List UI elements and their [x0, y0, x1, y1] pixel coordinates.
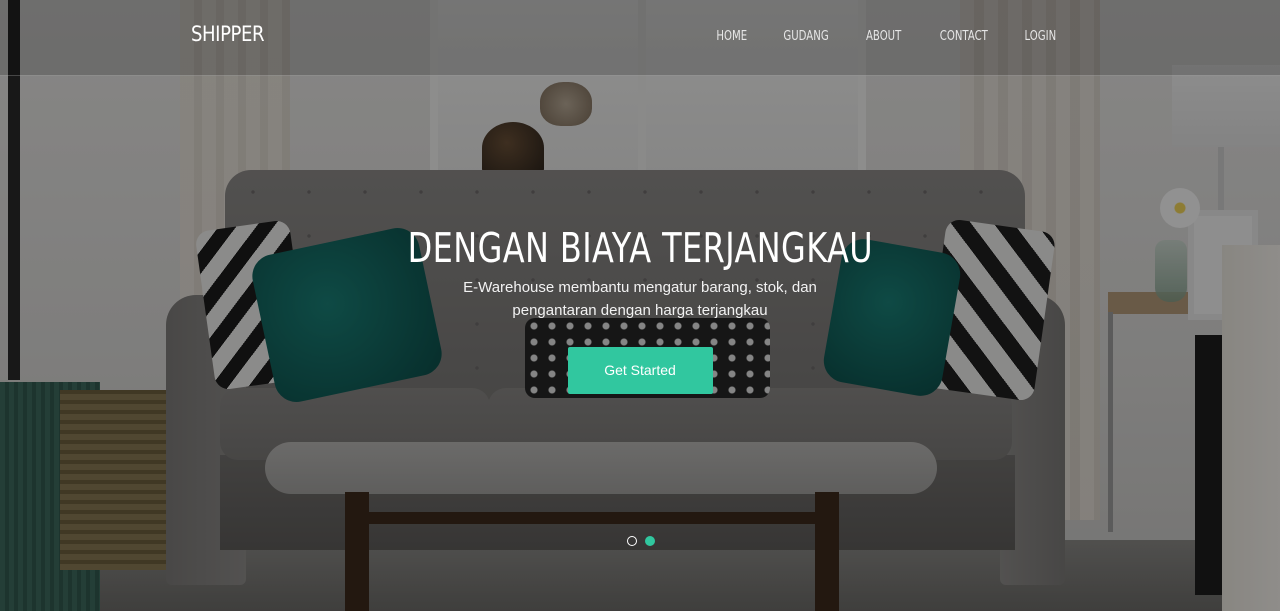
get-started-button[interactable]: Get Started: [567, 347, 713, 394]
nav-link-about[interactable]: ABOUT: [866, 29, 901, 44]
hero-content: DENGAN BIAYA TERJANGKAU E-Warehouse memb…: [0, 224, 1280, 394]
nav-item-home: HOME: [712, 27, 751, 45]
carousel-dot-2[interactable]: [645, 536, 655, 546]
hero-subtitle: E-Warehouse membantu mengatur barang, st…: [463, 279, 817, 319]
nav-menu: HOME GUDANG ABOUT CONTACT LOGIN: [686, 27, 1061, 45]
nav-item-about: ABOUT: [861, 27, 906, 45]
carousel-indicators: [627, 536, 655, 546]
nav-link-login[interactable]: LOGIN: [1025, 29, 1057, 44]
brand-logo[interactable]: SHIPPER: [191, 22, 265, 46]
top-navbar: SHIPPER HOME GUDANG ABOUT CONTACT LOGIN: [0, 0, 1280, 76]
nav-link-gudang[interactable]: GUDANG: [784, 29, 829, 44]
hero-section: SHIPPER HOME GUDANG ABOUT CONTACT LOGIN …: [0, 0, 1280, 611]
nav-link-home[interactable]: HOME: [716, 29, 747, 44]
nav-item-contact: CONTACT: [933, 27, 995, 45]
nav-item-login: LOGIN: [1020, 27, 1061, 45]
nav-item-gudang: GUDANG: [777, 27, 835, 45]
hero-headline: DENGAN BIAYA TERJANGKAU: [407, 224, 873, 272]
carousel-dot-1[interactable]: [627, 536, 637, 546]
nav-link-contact[interactable]: CONTACT: [939, 29, 987, 44]
